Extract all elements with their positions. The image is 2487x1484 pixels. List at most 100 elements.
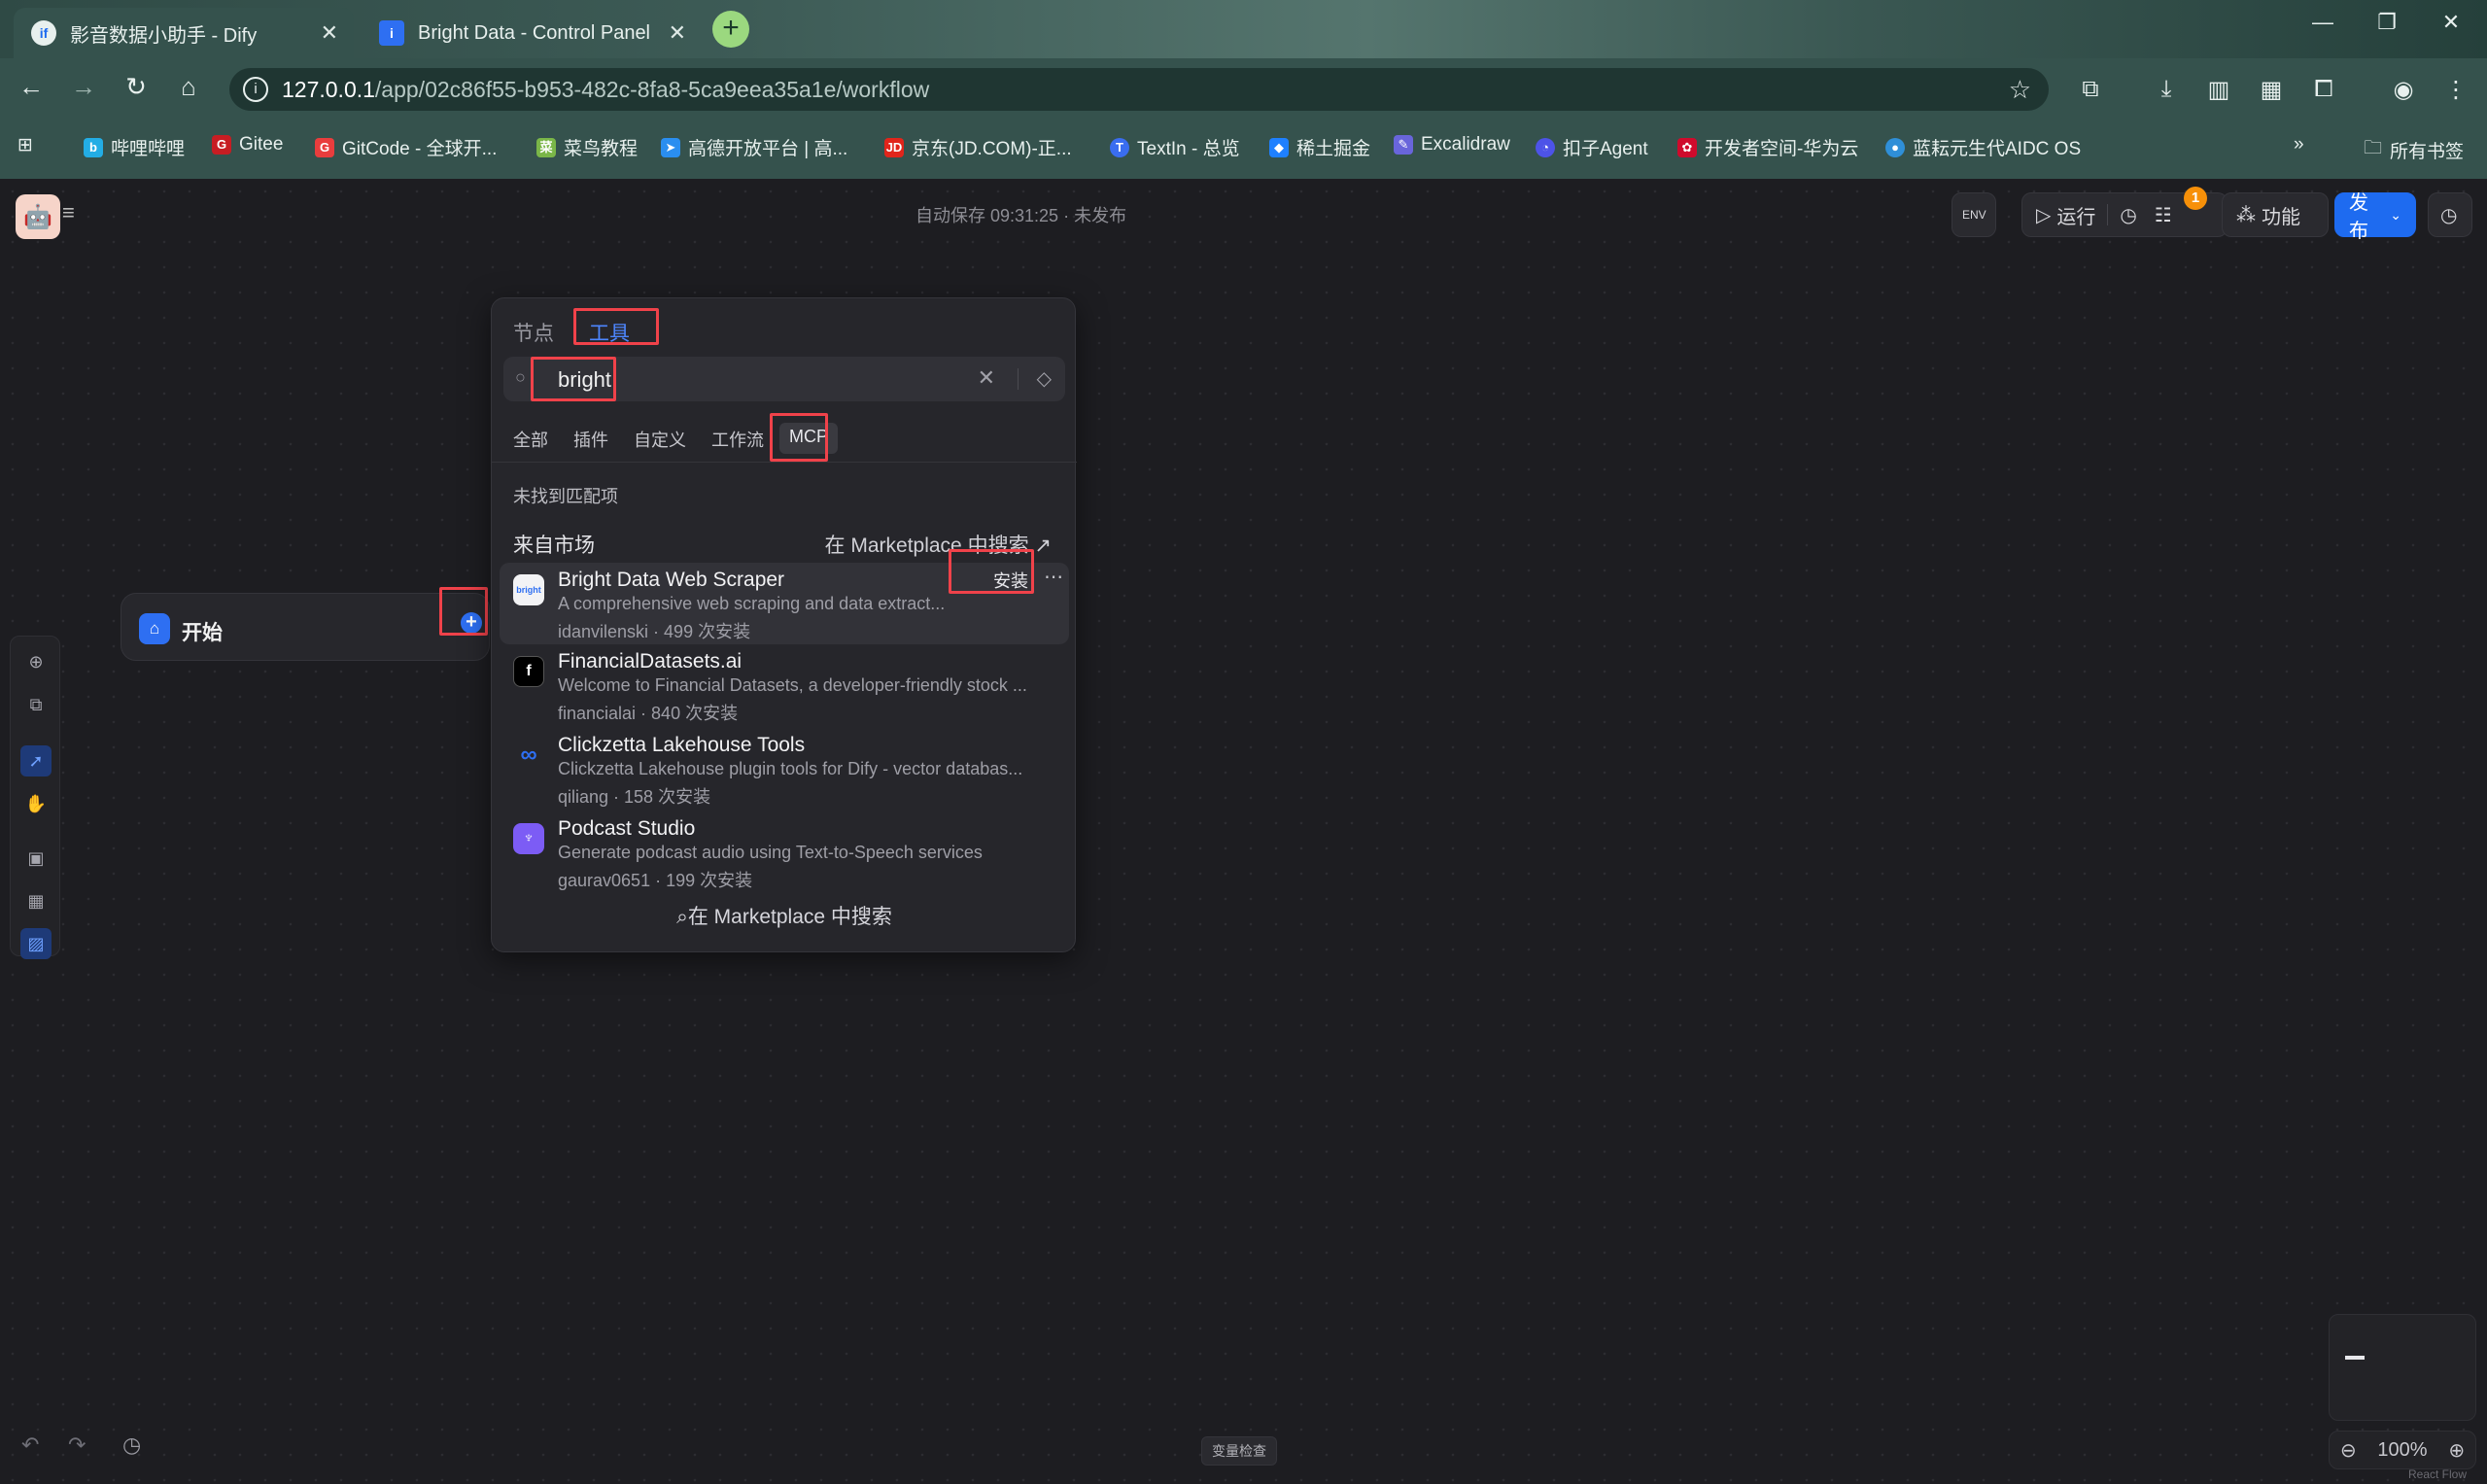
bookmark-bilibili[interactable]: b 哔哩哔哩 [84,134,185,160]
react-flow-attribution: React Flow [2408,1467,2468,1481]
add-node-icon[interactable]: ⊕ [20,646,52,677]
run-button[interactable]: 运行 [2056,201,2095,229]
history-icon[interactable]: ◷ [2120,203,2136,227]
apps-icon[interactable]: ⊞ [17,134,33,156]
item-desc: Generate podcast audio using Text-to-Spe… [558,843,983,862]
features-button[interactable]: ⁂ 功能 [2222,192,2329,237]
restore-icon[interactable]: ❐ [2358,10,2416,35]
bookmark-textin[interactable]: T TextIn - 总览 [1110,134,1240,160]
bookmark-amap[interactable]: ➤ 高德开放平台 | 高... [661,134,847,160]
home-icon[interactable]: ⌂ [169,72,208,102]
variable-check-button[interactable]: 变量检查 [1201,1436,1277,1466]
category-workflow[interactable]: 工作流 [702,423,774,454]
minimize-icon[interactable]: — [2294,10,2352,35]
bookmark-jd[interactable]: JD 京东(JD.COM)-正... [884,134,1072,160]
podcast-icon: ♆ [513,823,544,854]
forward-icon[interactable]: → [64,72,103,102]
gitcode-icon: G [315,137,334,157]
brightdata-icon: bright [513,574,544,605]
tool-search-input[interactable]: ○ bright ✕ ◇ [503,357,1065,401]
minimap-icon[interactable]: ▨ [20,928,52,959]
organize-icon[interactable]: ▦ [20,885,52,916]
menu-icon[interactable]: ≡ [62,200,75,225]
marketplace-search-link[interactable]: 在 Marketplace 中搜索 ↗ [825,530,1052,559]
bookmark-coze[interactable]: ◔ 扣子Agent [1536,134,1648,160]
list-item[interactable]: ∞ Clickzetta Lakehouse Tools Clickzetta … [500,728,1069,810]
checklist-icon[interactable]: ☷ [2155,203,2172,227]
tag-filter-icon[interactable]: ◇ [1037,366,1052,391]
category-all[interactable]: 全部 [503,423,558,454]
address-bar[interactable]: i 127.0.0.1/app/02c86f55-b953-482c-8fa8-… [229,68,2049,111]
checklist-badge: 1 [2184,187,2207,210]
reload-icon[interactable]: ↻ [117,72,155,102]
zoom-controls: ⊖ 100% ⊕ [2329,1431,2476,1469]
bookmark-gitcode[interactable]: G GitCode - 全球开... [315,134,497,160]
download-icon[interactable]: ⤓ [2150,76,2183,103]
browser-menu-icon[interactable]: ⋮ [2439,76,2472,104]
close-icon[interactable]: ✕ [321,20,338,46]
install-button[interactable]: 安装 [982,567,1040,596]
tab-title: Bright Data - Control Panel [418,21,651,44]
back-icon[interactable]: ← [12,72,51,102]
history-icon[interactable]: ◷ [122,1432,141,1458]
close-icon[interactable]: ✕ [669,20,686,46]
footer-marketplace-search[interactable]: ⌕在 Marketplace 中搜索 [492,901,1077,930]
pointer-icon[interactable]: ➚ [20,745,52,777]
tab-bright-data[interactable]: i Bright Data - Control Panel ✕ [362,8,702,58]
bookmark-huawei[interactable]: ✿ 开发者空间-华为云 [1677,134,1858,160]
juejin-icon: ◆ [1269,137,1289,157]
tab-tools[interactable]: 工具 [589,318,630,347]
bookmarks-overflow-icon[interactable]: » [2294,134,2304,155]
redo-icon[interactable]: ↷ [68,1432,86,1458]
bookmark-runoob[interactable]: 菜菜鸟教程 [536,134,638,160]
window-close-icon[interactable]: ✕ [2422,10,2480,35]
workflow-canvas[interactable]: 🤖 ≡ 自动保存 09:31:25 · 未发布 ENV ▷ 运行 ◷ ☷ 1 ⁂… [0,179,2487,1484]
add-next-node-button[interactable]: + [461,612,482,634]
item-desc: Clickzetta Lakehouse plugin tools for Di… [558,759,1023,778]
version-history-button[interactable]: ◷ [2428,192,2472,237]
category-custom[interactable]: 自定义 [624,423,696,454]
start-node[interactable]: ⌂ 开始 [121,593,490,661]
all-bookmarks[interactable]: 🗀 所有书签 [2364,134,2464,165]
profile-avatar-icon[interactable]: ◉ [2387,76,2420,104]
tab-nodes[interactable]: 节点 [513,318,554,347]
no-match-text: 未找到匹配项 [513,487,618,506]
list-item[interactable]: bright Bright Data Web Scraper A compreh… [500,563,1069,644]
play-icon[interactable]: ▷ [2036,203,2051,227]
bookmark-excalidraw[interactable]: ✎ Excalidraw [1394,134,1510,155]
item-name: Clickzetta Lakehouse Tools [558,734,806,756]
zoom-in-icon[interactable]: ⊕ [2448,1438,2465,1463]
env-button[interactable]: ENV [1952,192,1996,237]
zoom-out-icon[interactable]: ⊖ [2340,1438,2357,1463]
export-image-icon[interactable]: ▣ [20,843,52,874]
bookmark-lanyun[interactable]: ● 蓝耘元生代AIDC OS [1885,134,2081,160]
category-mcp[interactable]: MCP [779,423,838,454]
bookmark-juejin[interactable]: ◆ 稀土掘金 [1269,134,1370,160]
more-icon[interactable]: ⋯ [1044,565,1063,589]
reading-mode-icon[interactable]: ▥ [2202,76,2235,104]
coze-icon: ◔ [1536,137,1555,157]
extensions-icon[interactable]: ⧉ [2074,76,2107,103]
tab-dify[interactable]: if 影音数据小助手 - Dify ✕ [14,8,354,58]
category-plugins[interactable]: 插件 [564,423,618,454]
bookmark-star-icon[interactable]: ☆ [2009,75,2031,105]
hand-icon[interactable]: ✋ [20,788,52,819]
list-item[interactable]: ♆ Podcast Studio Generate podcast audio … [500,811,1069,893]
undo-icon[interactable]: ↶ [21,1432,39,1458]
add-note-icon[interactable]: ⧉ [20,689,52,720]
publish-button[interactable]: 发布 ⌄ [2334,192,2416,242]
screen-cast-icon[interactable]: ⧠ [2307,76,2340,103]
app-logo-icon[interactable]: 🤖 [16,194,60,239]
list-item[interactable]: f FinancialDatasets.ai Welcome to Financ… [500,644,1069,726]
minimap[interactable] [2329,1314,2476,1421]
new-tab-button[interactable]: + [712,11,749,48]
category-filters: 全部 插件 自定义 工作流 MCP [503,423,844,454]
url-host: 127.0.0.1 [282,76,375,102]
gitee-icon: G [212,135,231,155]
zoom-level[interactable]: 100% [2377,1439,2427,1462]
apps-grid-icon[interactable]: ▦ [2255,76,2288,104]
bookmark-gitee[interactable]: G Gitee [212,134,283,155]
clear-icon[interactable]: ✕ [978,365,995,391]
site-info-icon[interactable]: i [243,77,268,102]
item-meta: gaurav0651 · 199 次安装 [558,871,753,890]
